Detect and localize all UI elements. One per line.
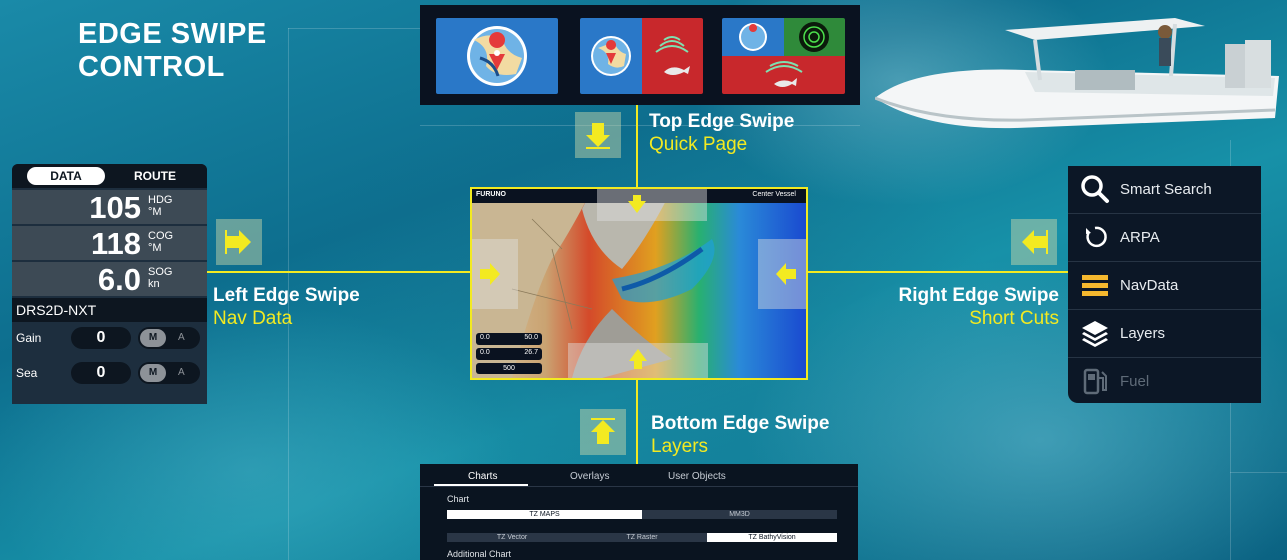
shortcut-navdata[interactable]: NavData	[1068, 262, 1261, 310]
tab-route[interactable]: ROUTE	[134, 167, 176, 185]
top-swipe-label: Top Edge Swipe Quick Page	[649, 110, 794, 156]
cog-unit: COG °M	[148, 230, 174, 254]
page-thumb-chart-radar-sonar[interactable]	[722, 18, 845, 94]
guide-line	[1230, 472, 1287, 473]
sog-row: 6.0 SOG kn	[12, 262, 207, 297]
tab-divider	[420, 486, 858, 487]
opt-tz-vector[interactable]: TZ Vector	[447, 533, 577, 542]
arrow-right-icon	[216, 219, 262, 265]
right-swipe-subtitle: Short Cuts	[969, 308, 1059, 329]
chart-sonar-icon	[591, 36, 690, 76]
right-connector	[806, 271, 1068, 273]
sea-mode-toggle[interactable]: MA	[138, 362, 200, 384]
page-title: EDGE SWIPE CONTROL	[78, 18, 267, 83]
sea-row: Sea 0 MA	[12, 357, 207, 392]
data-tabs: DATA ROUTE	[12, 164, 207, 188]
layers-panel: Charts Overlays User Objects Chart TZ MA…	[420, 464, 858, 560]
opt-tz-raster[interactable]: TZ Raster	[577, 533, 707, 542]
opt-tz-bathyvision[interactable]: TZ BathyVision	[707, 533, 837, 542]
radar-icon	[739, 22, 829, 87]
bottom-swipe-subtitle: Layers	[651, 436, 709, 457]
gauge-2: 0.0 26.7	[476, 348, 542, 360]
heading-row: 105 HDG °M	[12, 190, 207, 225]
left-swipe-label: Left Edge Swipe Nav Data	[213, 284, 360, 330]
radar-name: DRS2D-NXT	[12, 298, 207, 322]
tab-overlays[interactable]: Overlays	[570, 471, 609, 482]
left-swipe-title: Left Edge Swipe	[213, 285, 360, 306]
chart-icon	[467, 26, 527, 86]
sog-value: 6.0	[97, 262, 141, 297]
gain-value[interactable]: 0	[71, 327, 131, 349]
right-swipe-label: Right Edge Swipe Short Cuts	[899, 284, 1059, 330]
top-swipe-subtitle: Quick Page	[649, 134, 748, 155]
shortcut-smart-search[interactable]: Smart Search	[1068, 166, 1261, 214]
nav-data-panel: DATA ROUTE 105 HDG °M 118 COG °M 6.0 SOG kn…	[12, 164, 207, 404]
magnifier-icon	[1081, 175, 1109, 203]
arpa-icon	[1086, 226, 1107, 248]
shortcut-fuel[interactable]: Fuel	[1068, 358, 1261, 405]
quick-page-bar	[420, 5, 860, 105]
bottom-swipe-title: Bottom Edge Swipe	[651, 413, 830, 434]
opt-mm3d[interactable]: MM3D	[642, 510, 837, 519]
left-connector	[207, 271, 470, 273]
tab-data[interactable]: DATA	[27, 167, 105, 185]
layers-icon	[1082, 321, 1108, 347]
chart-section-label: Chart	[447, 494, 470, 504]
cog-value: 118	[90, 226, 141, 261]
shortcut-arpa[interactable]: ARPA	[1068, 214, 1261, 262]
navdata-icon	[1082, 275, 1108, 296]
guide-line	[288, 28, 420, 29]
gain-row: Gain 0 MA	[12, 322, 207, 357]
gain-label: Gain	[16, 331, 42, 345]
tab-charts[interactable]: Charts	[468, 471, 497, 482]
sea-value[interactable]: 0	[71, 362, 131, 384]
heading-unit: HDG °M	[148, 194, 173, 218]
right-swipe-title: Right Edge Swipe	[898, 285, 1059, 306]
fuel-pump-icon	[1083, 368, 1107, 395]
top-swipe-title: Top Edge Swipe	[649, 111, 795, 132]
scale-bar: 500	[476, 363, 542, 374]
arrow-left-icon	[1011, 219, 1057, 265]
sea-label: Sea	[16, 366, 38, 380]
additional-chart-label: Additional Chart	[447, 549, 512, 559]
left-swipe-subtitle: Nav Data	[213, 308, 293, 329]
boat-image	[875, 18, 1279, 129]
shortcut-layers[interactable]: Layers	[1068, 310, 1261, 358]
arrow-up-icon	[580, 409, 626, 455]
page-thumb-chart[interactable]	[436, 18, 558, 94]
bottom-connector	[636, 378, 638, 464]
gain-mode-toggle[interactable]: MA	[138, 327, 200, 349]
sog-unit: SOG kn	[148, 266, 173, 290]
cog-row: 118 COG °M	[12, 226, 207, 261]
gauge-1: 0.0 50.0	[476, 333, 542, 345]
shortcuts-panel: Smart Search ARPA NavData Layers Fuel	[1068, 166, 1261, 403]
chart-map-display[interactable]: FURUNO Center Vessel 0.0 50.0 0.0 26.7 500	[470, 187, 808, 380]
bottom-swipe-label: Bottom Edge Swipe Layers	[651, 412, 829, 458]
tab-user-objects[interactable]: User Objects	[668, 471, 726, 482]
page-thumb-chart-sonar[interactable]	[580, 18, 703, 94]
top-connector	[636, 105, 638, 187]
opt-tz-maps[interactable]: TZ MAPS	[447, 510, 642, 519]
heading-value: 105	[89, 190, 141, 225]
arrow-down-icon	[575, 112, 621, 158]
